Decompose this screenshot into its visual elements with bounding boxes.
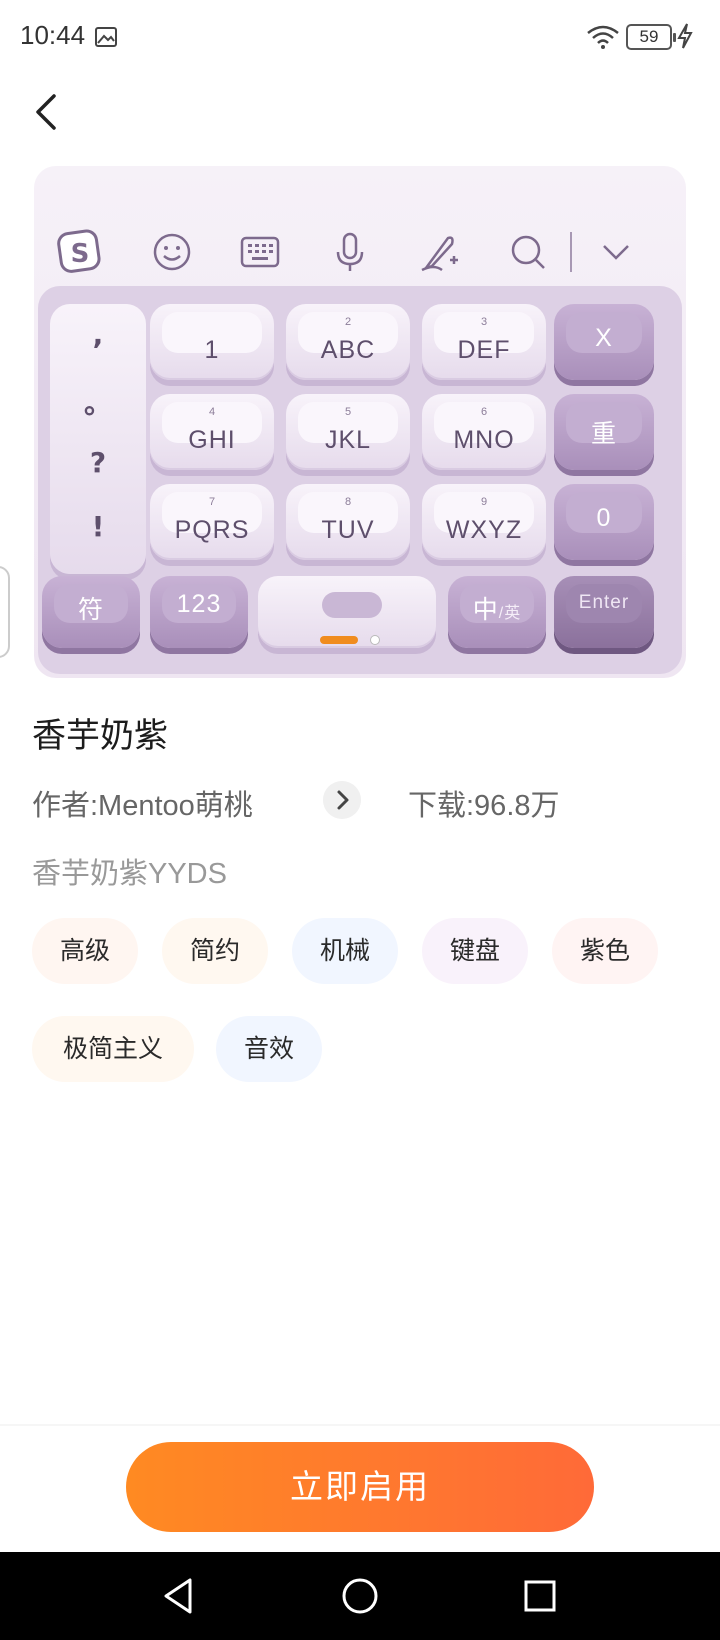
handwriting-icon — [421, 236, 458, 272]
image-icon — [95, 27, 117, 47]
download-count: 下载:96.8万 — [408, 790, 560, 822]
theme-description: 香芋奶紫YYDS — [32, 858, 227, 890]
tag-jixie[interactable]: 机械 — [292, 918, 398, 984]
page-indicator-active — [320, 636, 358, 644]
key-enter: Enter — [554, 576, 654, 648]
key-5: 5 JKL — [286, 394, 410, 470]
back-nav-icon[interactable] — [154, 1570, 206, 1622]
bottom-divider — [0, 1424, 720, 1426]
navigation-bar — [0, 1552, 720, 1640]
punct-comma: , — [92, 318, 104, 351]
key-space — [258, 576, 436, 648]
tag-gaoji[interactable]: 高级 — [32, 918, 138, 984]
space-handle-icon — [322, 592, 382, 618]
preview-toolbar: S — [34, 226, 686, 286]
key-language-sub: /英 — [498, 605, 522, 622]
key-zero: 0 — [554, 484, 654, 560]
chevron-right-icon[interactable] — [323, 781, 361, 819]
charging-icon — [677, 23, 693, 49]
microphone-icon — [336, 232, 364, 271]
side-handle[interactable] — [0, 566, 10, 658]
key-language: 中/英 — [448, 576, 546, 648]
status-time: 10:44 — [20, 20, 86, 50]
tag-jianyue[interactable]: 简约 — [162, 918, 268, 984]
tag-jijianzhuyi[interactable]: 极简主义 — [32, 1016, 194, 1082]
keyboard-preview-image: S , 。 ? ! 1 2 ABC 3 DEF X 4 GHI 5 JKL 6 … — [34, 166, 686, 678]
key-delete: X — [554, 304, 654, 380]
tag-jianpan[interactable]: 键盘 — [422, 918, 528, 984]
sogou-logo-icon: S — [57, 229, 101, 273]
page-indicator-inactive — [370, 635, 380, 645]
key-2: 2 ABC — [286, 304, 410, 380]
keyboard-body: , 。 ? ! 1 2 ABC 3 DEF X 4 GHI 5 JKL 6 MNO 重 — [38, 286, 682, 674]
key-1: 1 — [150, 304, 274, 380]
status-bar: 10:44 59 — [0, 0, 720, 76]
wifi-icon — [587, 25, 619, 49]
punct-exclaim: ! — [91, 510, 105, 543]
tag-zise[interactable]: 紫色 — [552, 918, 658, 984]
punct-question: ? — [89, 446, 107, 479]
key-language-main: 中 — [472, 596, 499, 624]
svg-text:S: S — [71, 239, 90, 269]
key-symbol: 符 — [42, 576, 140, 648]
author-label[interactable]: 作者:Mentoo萌桃 — [32, 782, 253, 824]
theme-title: 香芋奶紫 — [32, 716, 168, 756]
key-3: 3 DEF — [422, 304, 546, 380]
toolbar-divider — [570, 232, 572, 272]
back-button[interactable] — [28, 90, 72, 134]
recents-nav-icon[interactable] — [514, 1570, 566, 1622]
chevron-down-icon — [603, 245, 629, 260]
emoji-icon — [153, 233, 191, 271]
key-retype: 重 — [554, 394, 654, 470]
tag-yinxiao[interactable]: 音效 — [216, 1016, 322, 1082]
key-8: 8 TUV — [286, 484, 410, 560]
punct-period: 。 — [83, 387, 112, 420]
key-4: 4 GHI — [150, 394, 274, 470]
key-7: 7 PQRS — [150, 484, 274, 560]
key-number: 123 — [150, 576, 248, 648]
key-9: 9 WXYZ — [422, 484, 546, 560]
search-icon — [511, 235, 545, 269]
home-nav-icon[interactable] — [334, 1570, 386, 1622]
key-6: 6 MNO — [422, 394, 546, 470]
keyboard-icon — [240, 236, 280, 268]
battery-icon: 59 — [626, 24, 676, 50]
apply-now-button[interactable]: 立即启用 — [126, 1442, 594, 1532]
punctuation-column: , 。 ? ! — [50, 304, 146, 574]
